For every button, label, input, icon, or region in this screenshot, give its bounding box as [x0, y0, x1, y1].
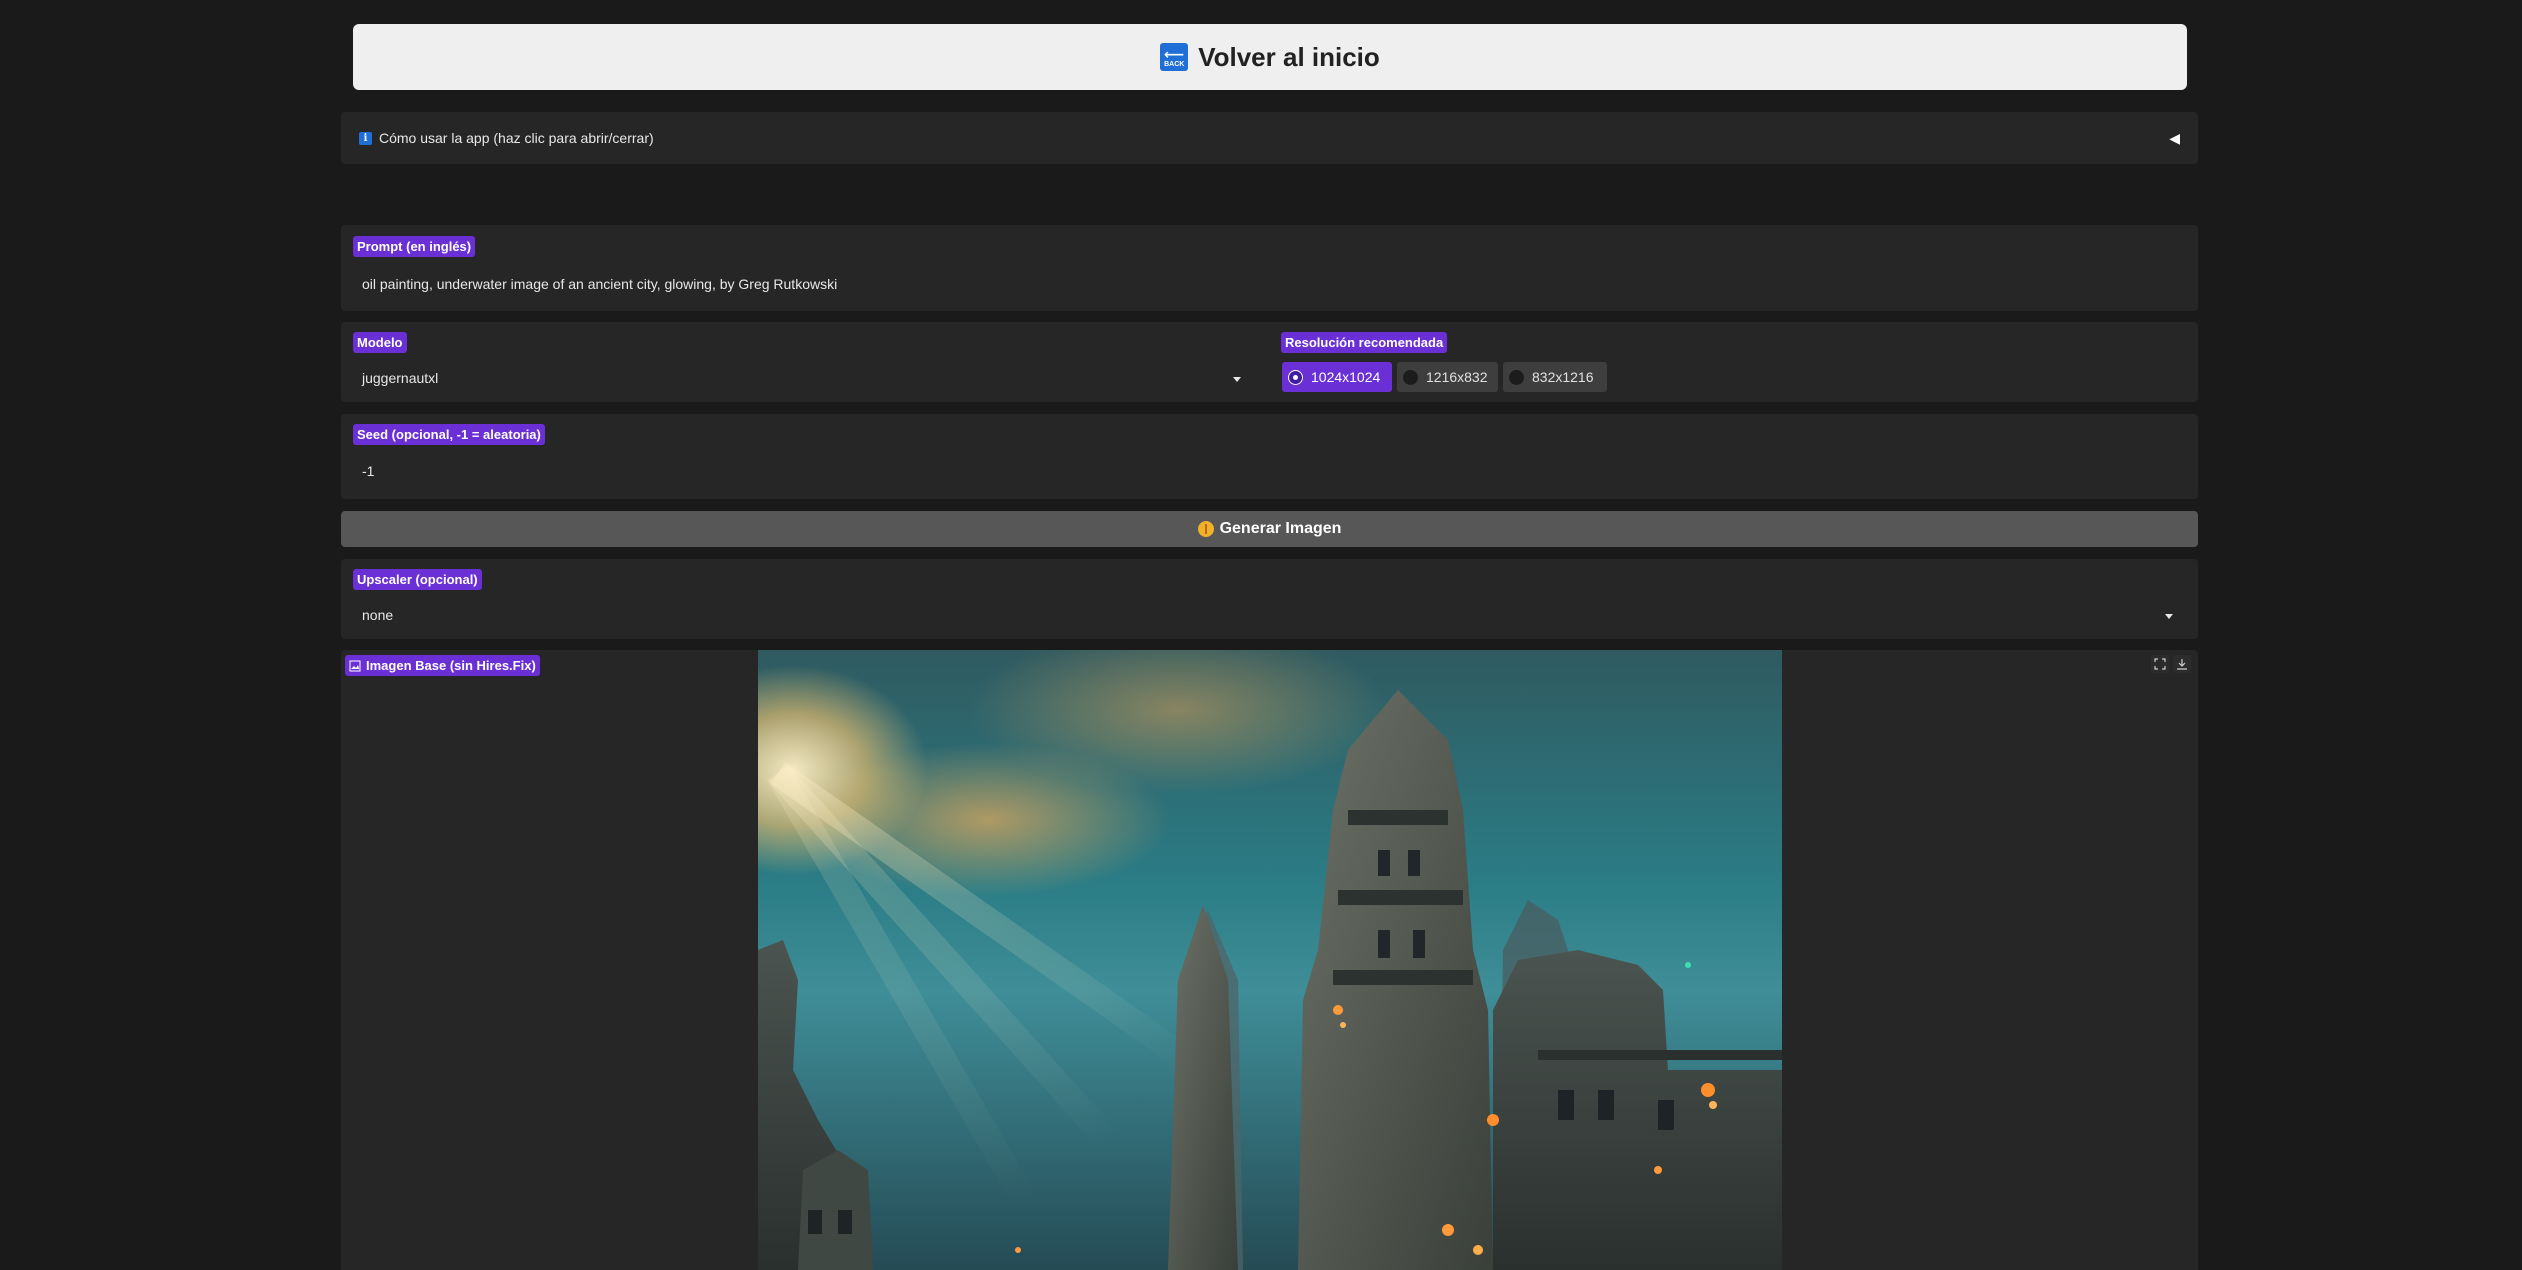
model-resolution-panel: Modelo juggernautxl Resolución recomenda… — [341, 322, 2198, 402]
resolution-option-832x1216[interactable]: 832x1216 — [1503, 362, 1607, 392]
seed-label: Seed (opcional, -1 = aleatoria) — [353, 424, 545, 445]
upscaler-value: none — [362, 607, 394, 623]
prompt-input[interactable]: oil painting, underwater image of an anc… — [362, 276, 837, 292]
upscaler-dropdown[interactable]: none — [353, 599, 2186, 631]
radio-icon — [1403, 369, 1418, 385]
upscaler-panel: Upscaler (opcional) none — [341, 559, 2198, 639]
radio-icon — [1509, 369, 1524, 385]
seed-input[interactable]: -1 — [362, 463, 374, 479]
ancient-city-ruins — [758, 690, 1782, 1270]
output-image-label: Imagen Base (sin Hires.Fix) — [345, 655, 540, 676]
prompt-panel: Prompt (en inglés) oil painting, underwa… — [341, 225, 2198, 311]
back-to-home-button[interactable]: ⟵ BACK Volver al inicio — [353, 24, 2187, 90]
brain-icon — [1197, 521, 1214, 537]
download-icon[interactable] — [2173, 655, 2191, 673]
model-dropdown[interactable]: juggernautxl — [353, 362, 1253, 394]
chevron-down-icon — [2165, 614, 2173, 619]
resolution-option-1024x1024[interactable]: 1024x1024 — [1282, 362, 1392, 392]
info-icon: i — [359, 131, 372, 145]
upscaler-label: Upscaler (opcional) — [353, 569, 482, 590]
fullscreen-icon[interactable] — [2151, 655, 2169, 673]
caret-left-icon: ◀ — [2169, 129, 2180, 146]
chevron-down-icon — [1233, 377, 1241, 382]
radio-selected-icon — [1288, 369, 1303, 385]
resolution-label: Resolución recomendada — [1281, 332, 1448, 353]
prompt-label: Prompt (en inglés) — [353, 236, 476, 257]
seed-panel: Seed (opcional, -1 = aleatoria) -1 — [341, 414, 2198, 499]
generate-image-button[interactable]: Generar Imagen — [341, 511, 2198, 547]
accordion-label: Cómo usar la app (haz clic para abrir/ce… — [379, 130, 654, 146]
model-value: juggernautxl — [362, 370, 439, 386]
back-icon: ⟵ BACK — [1160, 43, 1189, 71]
back-button-label: Volver al inicio — [1198, 41, 1380, 72]
model-label: Modelo — [353, 332, 407, 353]
how-to-use-accordion[interactable]: i Cómo usar la app (haz clic para abrir/… — [341, 112, 2198, 164]
resolution-option-1216x832[interactable]: 1216x832 — [1397, 362, 1498, 392]
generate-button-label: Generar Imagen — [1219, 520, 1342, 537]
image-icon — [349, 660, 361, 671]
generated-image — [758, 650, 1782, 1270]
